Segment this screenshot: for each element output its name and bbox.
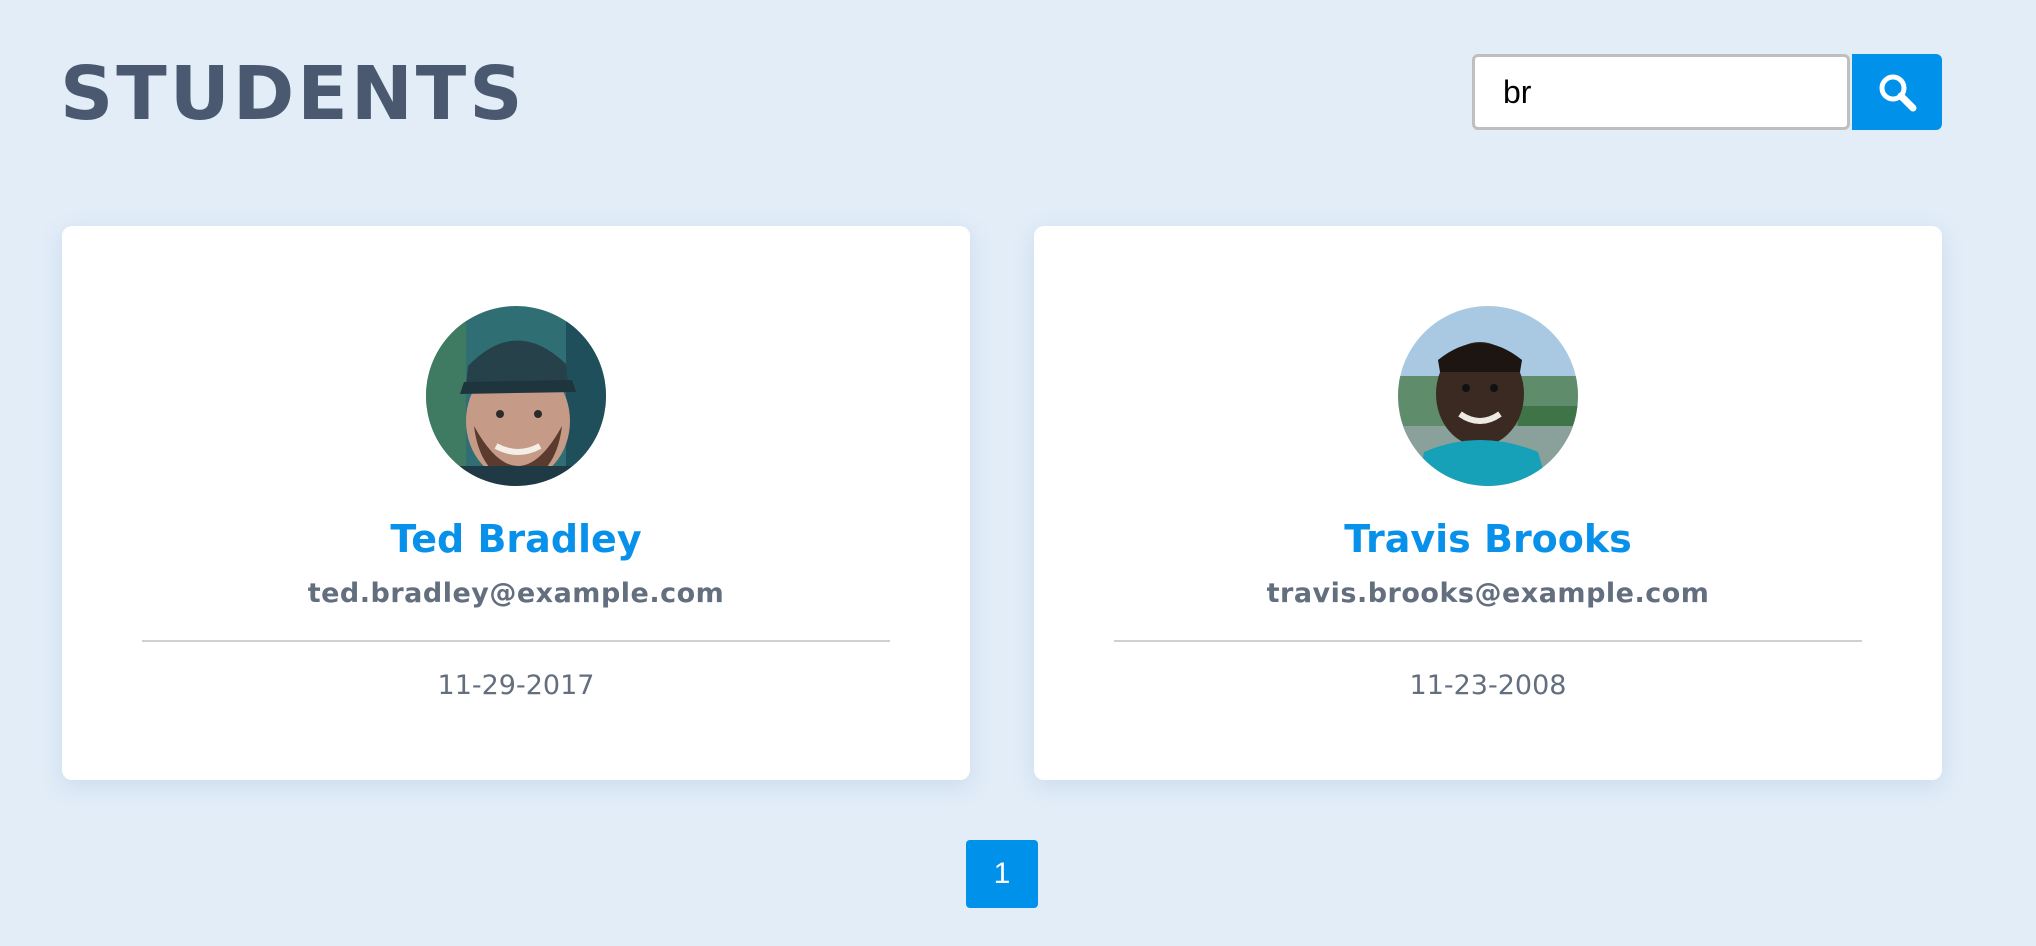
student-name[interactable]: Ted Bradley (62, 514, 970, 564)
student-email: ted.bradley@example.com (307, 578, 725, 609)
page-title: STUDENTS (60, 51, 526, 137)
card-divider (1114, 640, 1862, 642)
student-card[interactable]: Travis Brooks travis.brooks@example.com … (1034, 226, 1942, 780)
card-divider (142, 640, 890, 642)
student-name[interactable]: Travis Brooks (1034, 514, 1942, 564)
student-email: travis.brooks@example.com (1266, 578, 1710, 609)
search-button[interactable] (1852, 54, 1942, 130)
student-date: 11-29-2017 (437, 670, 595, 701)
search-input[interactable] (1472, 54, 1850, 130)
page-button-1[interactable]: 1 (966, 840, 1038, 908)
student-date: 11-23-2008 (1409, 670, 1567, 701)
search-bar (1472, 54, 1942, 130)
search-icon (1876, 71, 1918, 113)
student-card[interactable]: Ted Bradley ted.bradley@example.com 11-2… (62, 226, 970, 780)
avatar (1398, 306, 1578, 486)
pagination: 1 (966, 840, 1038, 908)
avatar (426, 306, 606, 486)
